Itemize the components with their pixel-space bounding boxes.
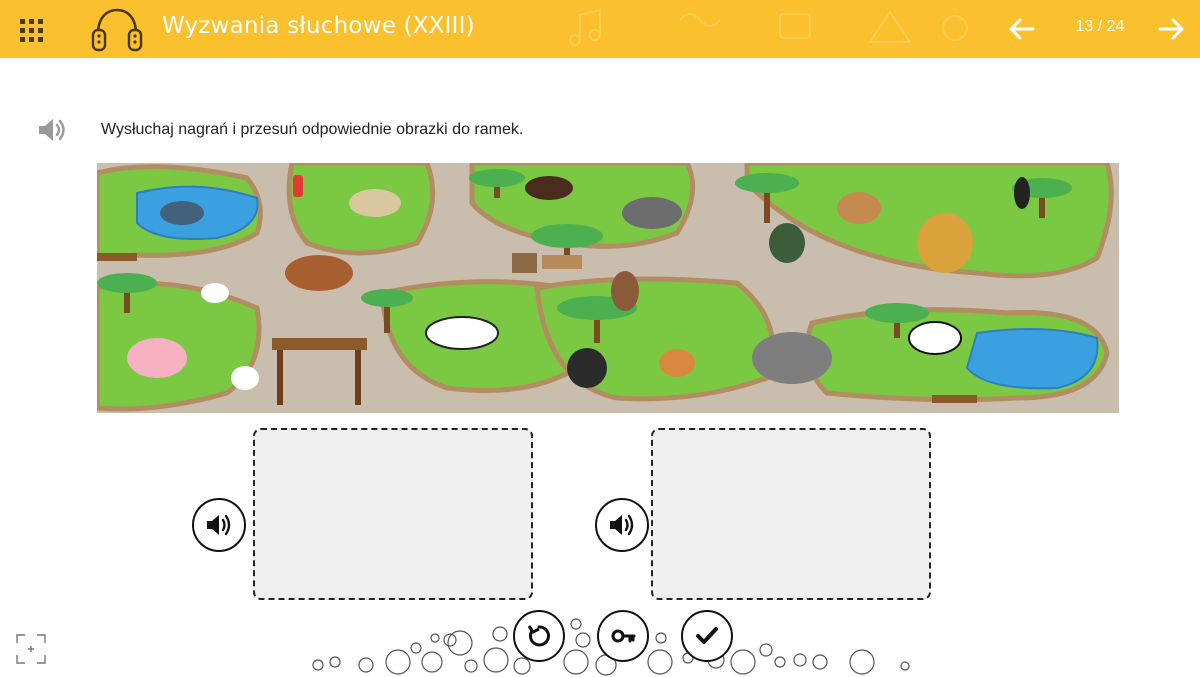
drop-zone-1[interactable] [253, 428, 533, 600]
audio-play-button-2[interactable] [595, 498, 649, 552]
arrow-right-icon[interactable] [1156, 14, 1186, 44]
check-button[interactable] [681, 610, 733, 662]
speaker-icon[interactable] [36, 116, 66, 144]
reset-button[interactable] [513, 610, 565, 662]
audio-play-button-1[interactable] [192, 498, 246, 552]
speaker-icon [610, 514, 634, 536]
page-counter: 13 / 24 [1075, 18, 1125, 35]
check-icon [696, 627, 718, 644]
reset-icon [527, 625, 550, 647]
zoo-scene-image [97, 163, 1119, 413]
arrow-left-icon[interactable] [1007, 14, 1037, 44]
grid-menu-icon[interactable] [18, 17, 43, 42]
fullscreen-icon[interactable] [15, 633, 47, 665]
drop-zone-2[interactable] [651, 428, 931, 600]
key-icon [611, 629, 636, 643]
task-instruction: Wysłuchaj nagrań i przesuń odpowiednie o… [101, 121, 524, 138]
app-title: Wyzwania słuchowe (XXIII) [162, 13, 475, 39]
headphones-icon [91, 8, 143, 52]
zoo-map-illustration [97, 163, 1114, 412]
show-answers-button[interactable] [597, 610, 649, 662]
header-decoration [569, 8, 968, 46]
speaker-icon [207, 514, 231, 536]
top-bar: Wyzwania słuchowe (XXIII) 13 / 24 [0, 0, 1200, 58]
